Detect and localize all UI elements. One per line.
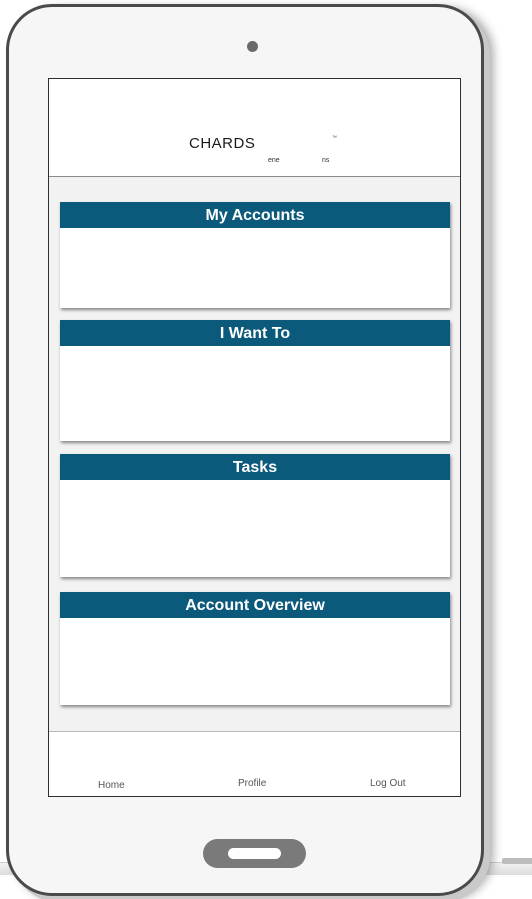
- tasks-card: Tasks: [60, 454, 450, 577]
- card-body: [60, 480, 450, 577]
- card-title[interactable]: My Accounts: [60, 202, 450, 228]
- card-title[interactable]: Tasks: [60, 454, 450, 480]
- brand-tagline-part2: ns: [322, 157, 330, 164]
- bottom-tab-bar: Home Profile Log Out: [49, 731, 460, 796]
- card-body: [60, 228, 450, 308]
- brand-logo: CHARDS: [189, 135, 256, 152]
- background-device-tab: [502, 858, 532, 864]
- tab-profile[interactable]: Profile: [238, 778, 266, 789]
- card-body: [60, 618, 450, 705]
- account-overview-card: Account Overview: [60, 592, 450, 705]
- i-want-to-card: I Want To: [60, 320, 450, 441]
- canvas: CHARDS ™ ene ns My Accounts I Want To Ta…: [0, 0, 532, 899]
- card-body: [60, 346, 450, 441]
- card-title[interactable]: Account Overview: [60, 592, 450, 618]
- tab-log-out[interactable]: Log Out: [370, 778, 406, 789]
- camera-icon: [247, 41, 258, 52]
- tab-home[interactable]: Home: [98, 780, 125, 791]
- trademark-mark: ™: [332, 135, 337, 141]
- home-button[interactable]: [203, 839, 306, 868]
- my-accounts-card: My Accounts: [60, 202, 450, 308]
- app-screen: CHARDS ™ ene ns My Accounts I Want To Ta…: [48, 78, 461, 797]
- card-title[interactable]: I Want To: [60, 320, 450, 346]
- phone-frame: CHARDS ™ ene ns My Accounts I Want To Ta…: [6, 4, 484, 896]
- home-button-slot: [228, 848, 281, 859]
- app-header: CHARDS ™ ene ns: [49, 79, 460, 177]
- brand-tagline-part1: ene: [268, 157, 280, 164]
